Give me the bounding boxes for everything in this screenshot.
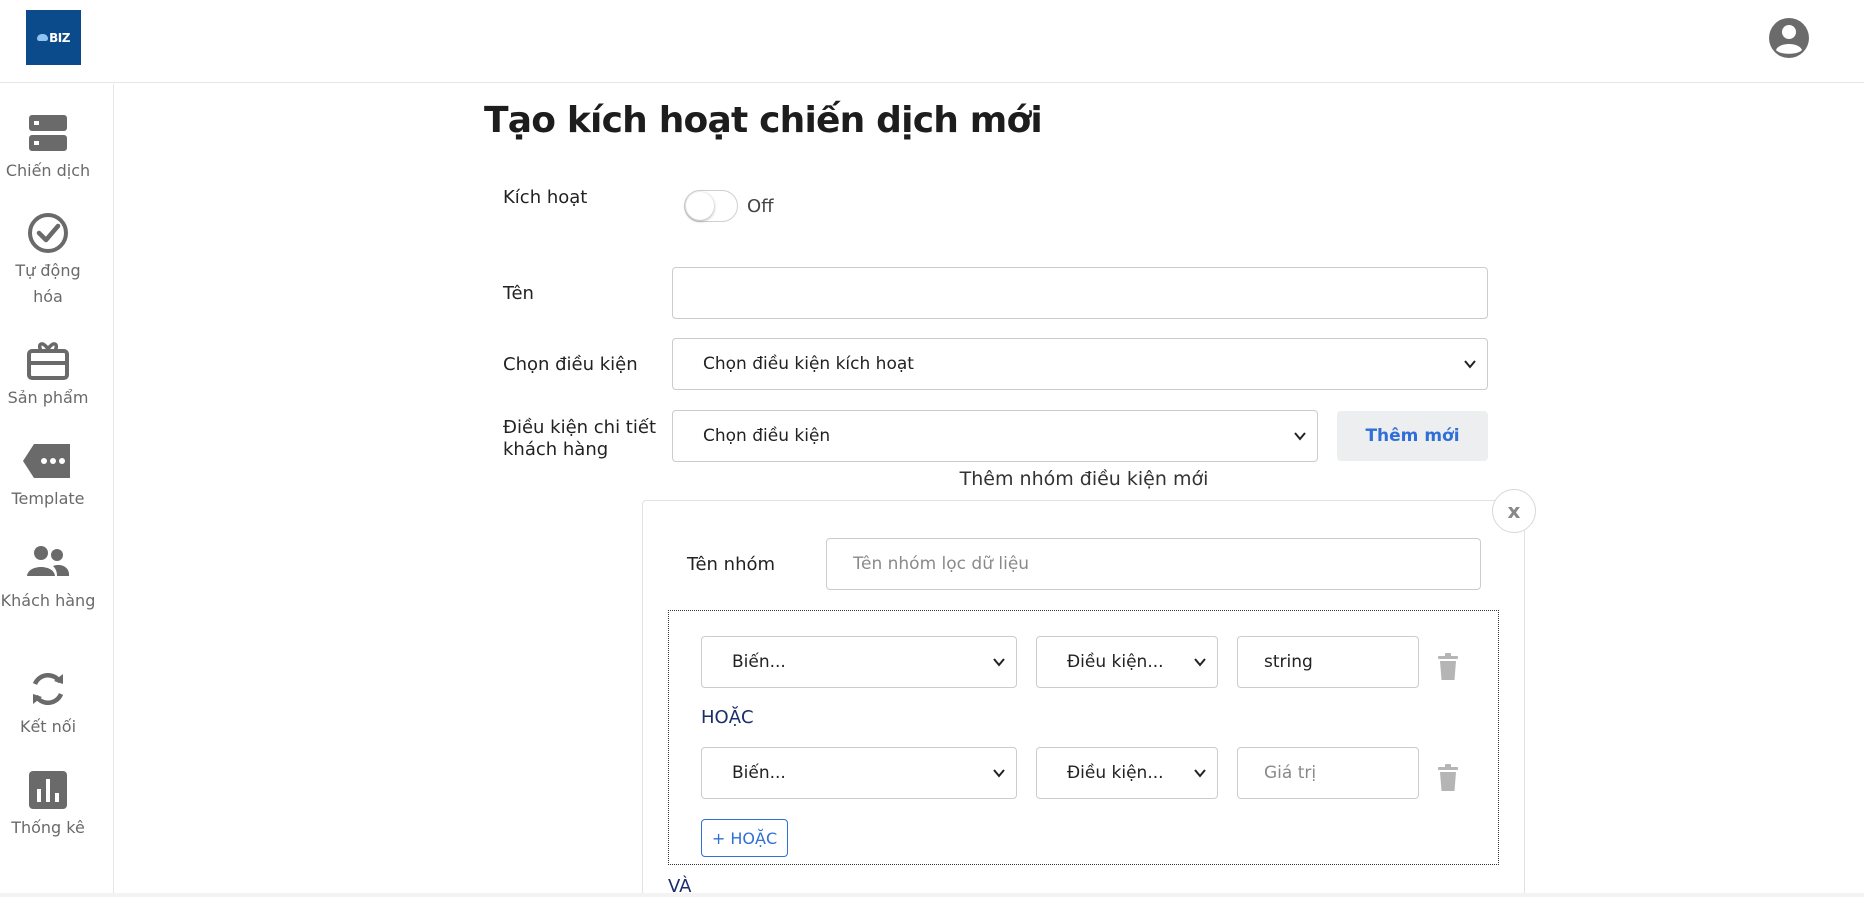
group-name-input[interactable]: Tên nhóm lọc dữ liệu: [826, 538, 1481, 590]
value-input[interactable]: Giá trị: [1237, 747, 1419, 799]
select-value: Biến...: [732, 652, 786, 672]
sidebar-item-customers[interactable]: Khách hàng: [0, 542, 96, 614]
sidebar-item-automation[interactable]: Tự động hóa: [0, 212, 96, 310]
trash-icon[interactable]: [1437, 653, 1459, 681]
sidebar-item-label: Sản phẩm: [7, 388, 89, 407]
detail-label-line1: Điều kiện chi tiết: [503, 417, 656, 438]
bar-chart-icon: [29, 771, 67, 809]
chevron-down-icon: [1464, 360, 1476, 369]
check-circle-icon: [28, 213, 68, 253]
chevron-down-icon: [1194, 769, 1206, 778]
sidebar-item-label: Chiến dịch: [5, 161, 91, 180]
select-value: Điều kiện...: [1067, 763, 1164, 783]
activate-label: Kích hoạt: [503, 187, 588, 208]
name-label: Tên: [503, 283, 534, 304]
users-icon: [27, 546, 70, 576]
add-new-button[interactable]: Thêm mới: [1337, 411, 1488, 461]
value-input[interactable]: string: [1237, 636, 1419, 688]
variable-select[interactable]: Biến...: [701, 636, 1017, 688]
sidebar-item-campaigns[interactable]: Chiến dịch: [0, 112, 96, 184]
detail-label-line2: khách hàng: [503, 439, 609, 460]
toggle-state-text: Off: [747, 196, 774, 217]
group-name-label: Tên nhóm: [687, 554, 776, 575]
name-input[interactable]: [672, 267, 1488, 319]
select-value: Chọn điều kiện: [703, 426, 831, 446]
tag-icon: [23, 444, 70, 478]
trigger-condition-select[interactable]: Chọn điều kiện kích hoạt: [672, 338, 1488, 390]
detail-condition-label: Điều kiện chi tiết khách hàng: [503, 417, 656, 461]
group-heading: Thêm nhóm điều kiện mới: [959, 468, 1209, 490]
brand-logo[interactable]: BIZ: [26, 10, 81, 65]
chevron-down-icon: [993, 658, 1005, 667]
operator-select[interactable]: Điều kiện...: [1036, 747, 1218, 799]
sidebar-item-label: Khách hàng: [0, 591, 96, 610]
or-label: HOẶC: [701, 707, 754, 728]
condition-label: Chọn điều kiện: [503, 354, 638, 375]
customer-condition-select[interactable]: Chọn điều kiện: [672, 410, 1318, 462]
chevron-down-icon: [1194, 658, 1206, 667]
user-circle-icon[interactable]: [1768, 17, 1810, 59]
sidebar-item-label: Tự động hóa: [15, 261, 81, 306]
chevron-down-icon: [993, 769, 1005, 778]
logo-text: BIZ: [49, 30, 70, 45]
cloud-icon: [37, 34, 49, 41]
sidebar-item-label: Kết nối: [19, 717, 77, 736]
chevron-down-icon: [1294, 432, 1306, 441]
sidebar-item-template[interactable]: Template: [0, 440, 96, 512]
trash-icon[interactable]: [1437, 764, 1459, 792]
sidebar-item-products[interactable]: Sản phẩm: [0, 339, 96, 411]
top-bar: BIZ: [0, 0, 1864, 83]
toggle-knob: [686, 192, 714, 220]
gift-icon: [27, 342, 69, 380]
sidebar-item-label: Thống kê: [11, 818, 85, 837]
add-or-button[interactable]: + HOẶC: [701, 819, 788, 857]
server-icon: [29, 115, 67, 151]
select-value: Điều kiện...: [1067, 652, 1164, 672]
bottom-divider: [0, 893, 1864, 897]
sidebar-item-statistics[interactable]: Thống kê: [0, 769, 96, 841]
activate-toggle[interactable]: [684, 190, 738, 222]
select-value: Biến...: [732, 763, 786, 783]
refresh-icon: [32, 673, 64, 705]
page-title: Tạo kích hoạt chiến dịch mới: [484, 100, 1043, 141]
close-group-button[interactable]: x: [1492, 489, 1536, 533]
sidebar: Chiến dịch Tự động hóa Sản phẩm Template: [0, 84, 114, 897]
select-value: Chọn điều kiện kích hoạt: [703, 354, 914, 374]
sidebar-item-connections[interactable]: Kết nối: [0, 668, 96, 740]
variable-select[interactable]: Biến...: [701, 747, 1017, 799]
sidebar-item-label: Template: [11, 489, 85, 508]
operator-select[interactable]: Điều kiện...: [1036, 636, 1218, 688]
